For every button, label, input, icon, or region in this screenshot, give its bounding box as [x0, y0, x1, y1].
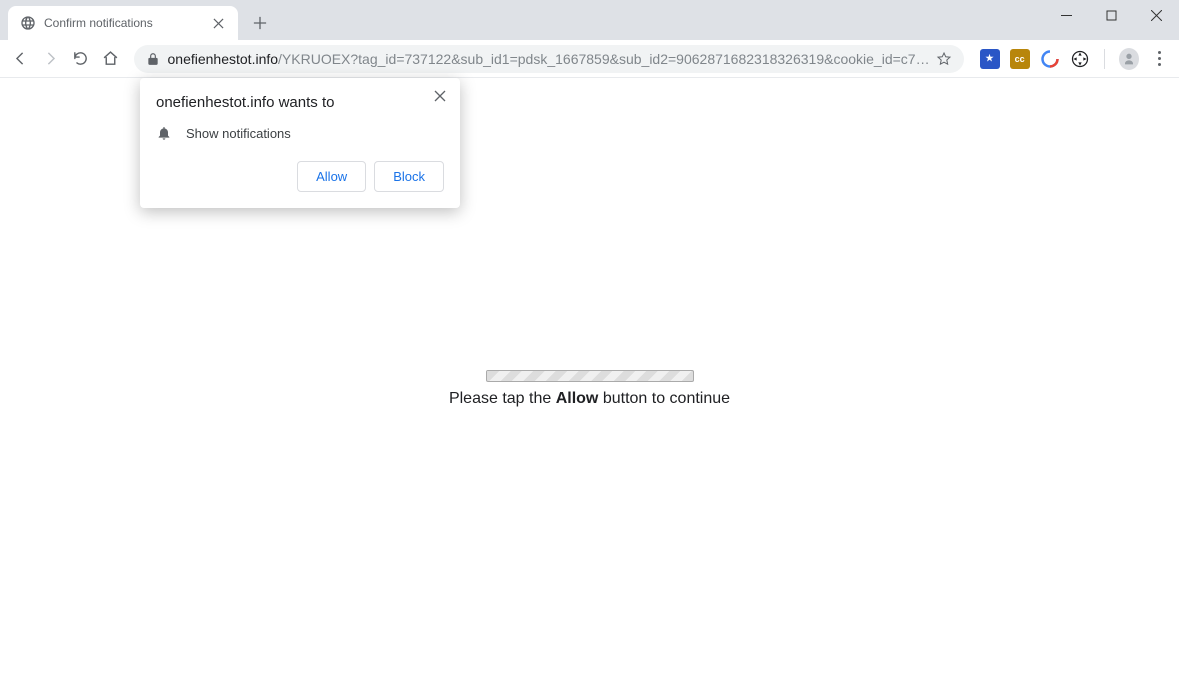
minimize-button[interactable] — [1044, 0, 1089, 30]
extension-icon-1[interactable]: ★ — [980, 49, 1000, 69]
extension-icon-2[interactable]: cc — [1010, 49, 1030, 69]
toolbar: onefienhestot.info/YKRUOEX?tag_id=737122… — [0, 40, 1179, 78]
forward-button[interactable] — [38, 45, 64, 73]
reload-button[interactable] — [68, 45, 94, 73]
browser-menu-button[interactable] — [1149, 45, 1171, 72]
page-message: Please tap the Allow button to continue — [449, 390, 730, 408]
browser-tab[interactable]: Confirm notifications — [8, 6, 238, 40]
bookmark-star-icon[interactable] — [936, 51, 952, 67]
popup-title: onefienhestot.info wants to — [156, 94, 444, 111]
profile-avatar[interactable] — [1119, 48, 1139, 70]
permission-request-text: Show notifications — [186, 126, 291, 141]
tab-close-button[interactable] — [210, 15, 226, 31]
tab-title: Confirm notifications — [44, 16, 210, 30]
fake-progress-bar — [486, 370, 694, 382]
block-button[interactable]: Block — [374, 161, 444, 192]
maximize-button[interactable] — [1089, 0, 1134, 30]
popup-actions: Allow Block — [156, 161, 444, 192]
extensions-area: ★ cc — [974, 49, 1096, 69]
toolbar-divider — [1104, 49, 1105, 69]
allow-button[interactable]: Allow — [297, 161, 366, 192]
page-content: Please tap the Allow button to continue — [0, 370, 1179, 408]
address-bar[interactable]: onefienhestot.info/YKRUOEX?tag_id=737122… — [134, 45, 964, 73]
new-tab-button[interactable] — [246, 9, 274, 37]
page-text-bold: Allow — [556, 390, 599, 407]
page-text-after: button to continue — [598, 390, 730, 407]
extension-icon-4[interactable] — [1070, 49, 1090, 69]
titlebar: Confirm notifications — [0, 0, 1179, 40]
globe-icon — [20, 15, 36, 31]
home-button[interactable] — [98, 45, 124, 73]
permission-row: Show notifications — [156, 125, 444, 141]
window-controls — [1044, 0, 1179, 30]
page-text-before: Please tap the — [449, 390, 556, 407]
url-domain: onefienhestot.info — [168, 51, 279, 67]
lock-icon — [146, 52, 160, 66]
close-window-button[interactable] — [1134, 0, 1179, 30]
url-text: onefienhestot.info/YKRUOEX?tag_id=737122… — [168, 51, 930, 67]
bell-icon — [156, 125, 172, 141]
popup-close-button[interactable] — [430, 86, 450, 106]
url-path: /YKRUOEX?tag_id=737122&sub_id1=pdsk_1667… — [278, 51, 930, 67]
notification-permission-popup: onefienhestot.info wants to Show notific… — [140, 78, 460, 208]
back-button[interactable] — [8, 45, 34, 73]
extension-icon-3[interactable] — [1040, 49, 1060, 69]
